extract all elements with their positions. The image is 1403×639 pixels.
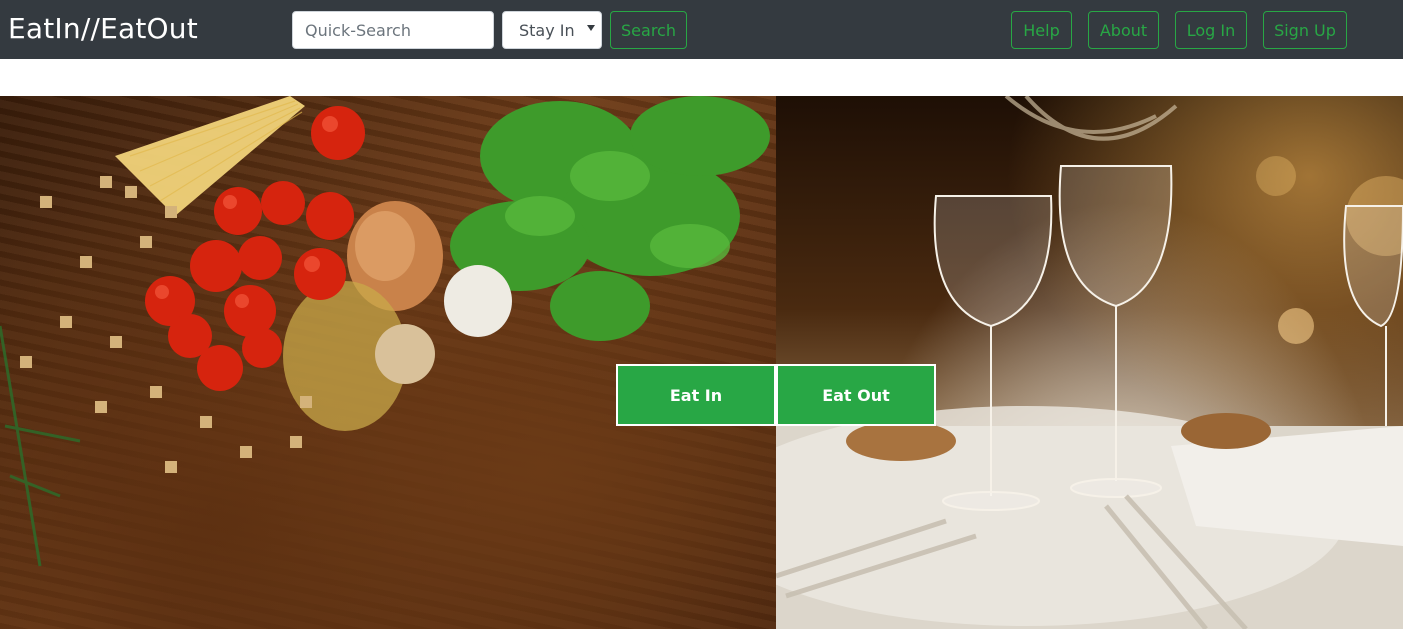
eat-out-button[interactable]: Eat Out	[776, 364, 936, 426]
navbar: EatIn//EatOut Stay In Search Help About …	[0, 0, 1403, 59]
eat-out-background-image	[706, 96, 1403, 629]
help-button[interactable]: Help	[1011, 11, 1072, 49]
login-button[interactable]: Log In	[1175, 11, 1247, 49]
select-caret-icon	[587, 25, 595, 31]
hero-section: Eat In Eat Out	[0, 96, 1403, 629]
about-button[interactable]: About	[1088, 11, 1159, 49]
mode-select[interactable]: Stay In	[502, 11, 602, 49]
eat-in-button[interactable]: Eat In	[616, 364, 776, 426]
eat-in-background-image	[0, 96, 776, 629]
brand-logo[interactable]: EatIn//EatOut	[8, 12, 198, 45]
restaurant-table-illustration	[706, 96, 1403, 629]
search-button[interactable]: Search	[610, 11, 687, 49]
signup-button[interactable]: Sign Up	[1263, 11, 1347, 49]
mode-select-value: Stay In	[519, 21, 575, 40]
ingredients-illustration	[0, 96, 770, 567]
quick-search-input[interactable]	[292, 11, 494, 49]
